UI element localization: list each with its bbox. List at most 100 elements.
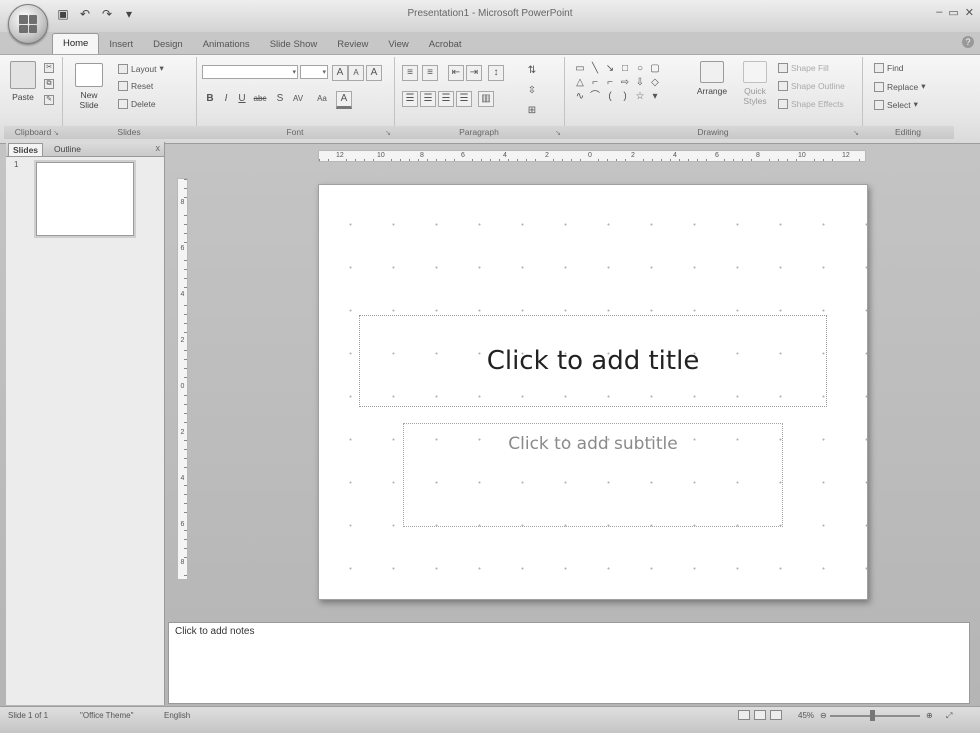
tab-outline-pane[interactable]: Outline	[50, 143, 85, 155]
delete-button[interactable]: Delete	[118, 99, 156, 109]
help-icon[interactable]: ?	[962, 36, 974, 48]
bullets-icon[interactable]: ≡	[402, 65, 418, 81]
clipboard-dialog-launcher-icon[interactable]: ↘	[53, 129, 59, 137]
paragraph-dialog-launcher-icon[interactable]: ↘	[555, 129, 561, 137]
convert-smartart-icon[interactable]: ⊞	[524, 103, 540, 119]
close-button[interactable]: ✕	[965, 6, 974, 19]
zoom-out-icon[interactable]: ⊖	[820, 711, 827, 720]
ruler-label: 0	[587, 151, 593, 161]
close-pane-icon[interactable]: x	[156, 143, 161, 153]
clear-formatting-button[interactable]: A	[366, 65, 382, 81]
format-painter-icon[interactable]: ✎	[44, 95, 54, 105]
status-bar: Slide 1 of 1 "Office Theme" English 45% …	[0, 706, 980, 733]
shape-outline-button[interactable]: Shape Outline	[778, 81, 845, 91]
slides-group-label: Slides	[62, 126, 196, 139]
ruler-label: 2	[544, 151, 550, 161]
replace-button[interactable]: Replace ▾	[874, 81, 925, 92]
ruler-label: 2	[630, 151, 636, 161]
tab-acrobat[interactable]: Acrobat	[419, 36, 472, 54]
reset-button[interactable]: Reset	[118, 81, 153, 91]
drawing-group: ▭ ╲ ↘ □ ○ ▢ △ ⌐ ⌐ ⇨ ⇩ ◇ ∿ ⌒ () ☆ ▾ Arrange Quick Style…	[564, 57, 863, 139]
align-text-icon[interactable]: ⇳	[524, 83, 540, 99]
office-button[interactable]	[8, 4, 48, 44]
justify-icon[interactable]: ☰	[456, 91, 472, 107]
font-size-combo[interactable]: ▾	[300, 65, 328, 79]
fit-to-window-icon[interactable]: ⤢	[946, 711, 952, 721]
right-arrow-shape-icon: ⇨	[620, 77, 630, 88]
arrange-button[interactable]: Arrange	[692, 61, 732, 96]
tab-design[interactable]: Design	[143, 36, 193, 54]
minimize-button[interactable]: –	[936, 6, 942, 19]
slide-thumbnail[interactable]	[36, 162, 134, 236]
clipboard-group: Paste ✂ ⧉ ✎ Clipboard ↘	[4, 57, 63, 139]
delete-label: Delete	[131, 99, 156, 109]
shape-effects-button[interactable]: Shape Effects	[778, 99, 844, 109]
cut-icon[interactable]: ✂	[44, 63, 54, 73]
notes-pane[interactable]: Click to add notes	[168, 622, 970, 704]
ribbon: Paste ✂ ⧉ ✎ Clipboard ↘ New Slide Layout…	[0, 54, 980, 144]
font-color-button[interactable]: A	[336, 91, 352, 109]
quick-styles-button[interactable]: Quick Styles	[736, 61, 774, 106]
tab-slide-show[interactable]: Slide Show	[260, 36, 328, 54]
window-title: Presentation1 - Microsoft PowerPoint	[407, 8, 573, 19]
align-center-icon[interactable]: ☰	[420, 91, 436, 107]
tab-home[interactable]: Home	[52, 33, 100, 54]
subtitle-placeholder[interactable]: Click to add subtitle	[403, 423, 783, 527]
change-case-button[interactable]: Aa	[314, 91, 330, 107]
increase-indent-icon[interactable]: ⇥	[466, 65, 482, 81]
normal-view-icon[interactable]	[738, 710, 750, 720]
pane-tabs: Slides Outline x	[6, 142, 164, 157]
maximize-button[interactable]: ▭	[948, 6, 958, 19]
numbering-icon[interactable]: ≡	[422, 65, 438, 81]
vertical-ruler: 8 6 4 2 0 2 4 6 8	[177, 178, 188, 580]
language-status[interactable]: English	[164, 711, 190, 720]
shape-fill-button[interactable]: Shape Fill	[778, 63, 829, 73]
slide-canvas[interactable]: Click to add title Click to add subtitle	[318, 184, 868, 600]
ruler-label: 8	[419, 151, 425, 161]
ruler-label: 4	[178, 291, 187, 299]
slide-sorter-view-icon[interactable]	[754, 710, 766, 720]
zoom-in-icon[interactable]: ⊕	[926, 711, 933, 720]
align-right-icon[interactable]: ☰	[438, 91, 454, 107]
shrink-font-button[interactable]: A	[348, 65, 364, 81]
copy-icon[interactable]: ⧉	[44, 79, 54, 89]
paragraph-group: ≡ ≡ ⇤ ⇥ ↕ ⇅ ☰ ☰ ☰ ☰ ▥ ⇳ ⊞ Paragraph ↘	[394, 57, 565, 139]
shape-fill-icon	[778, 63, 788, 73]
layout-button[interactable]: Layout ▾	[118, 63, 164, 74]
find-button[interactable]: Find	[874, 63, 904, 73]
tab-view[interactable]: View	[378, 36, 418, 54]
strikethrough-button[interactable]: abc	[252, 91, 268, 107]
align-left-icon[interactable]: ☰	[402, 91, 418, 107]
columns-icon[interactable]: ▥	[478, 91, 494, 107]
italic-button[interactable]: I	[218, 91, 234, 107]
new-slide-button[interactable]: New Slide	[72, 63, 106, 110]
title-placeholder[interactable]: Click to add title	[359, 315, 827, 407]
slide-show-view-icon[interactable]	[770, 710, 782, 720]
line-spacing-icon[interactable]: ↕	[488, 65, 504, 81]
zoom-slider-thumb[interactable]	[870, 710, 875, 721]
zoom-level[interactable]: 45%	[798, 711, 814, 720]
tab-animations[interactable]: Animations	[193, 36, 260, 54]
ruler-label: 0	[178, 383, 187, 391]
underline-button[interactable]: U	[234, 91, 250, 107]
font-dialog-launcher-icon[interactable]: ↘	[385, 129, 391, 137]
font-name-combo[interactable]: ▾	[202, 65, 298, 79]
grow-font-button[interactable]: A	[332, 65, 348, 81]
zoom-slider[interactable]	[830, 715, 920, 717]
ruler-label: 8	[178, 199, 187, 207]
ruler-label: 2	[178, 337, 187, 345]
tab-insert[interactable]: Insert	[99, 36, 143, 54]
text-shadow-button[interactable]: S	[272, 91, 288, 107]
paste-button[interactable]: Paste	[8, 61, 38, 102]
tab-slides-pane[interactable]: Slides	[8, 143, 44, 156]
bold-button[interactable]: B	[202, 91, 218, 107]
drawing-dialog-launcher-icon[interactable]: ↘	[853, 129, 859, 137]
theme-status[interactable]: "Office Theme"	[80, 711, 133, 720]
shapes-gallery[interactable]: ▭ ╲ ↘ □ ○ ▢ △ ⌐ ⌐ ⇨ ⇩ ◇ ∿ ⌒ () ☆ ▾	[574, 63, 661, 103]
decrease-indent-icon[interactable]: ⇤	[448, 65, 464, 81]
character-spacing-button[interactable]: AV	[290, 91, 306, 107]
select-button[interactable]: Select ▾	[874, 99, 918, 110]
tab-review[interactable]: Review	[327, 36, 378, 54]
text-direction-icon[interactable]: ⇅	[524, 63, 540, 79]
freeform-shape-icon: ⌒	[590, 91, 600, 102]
